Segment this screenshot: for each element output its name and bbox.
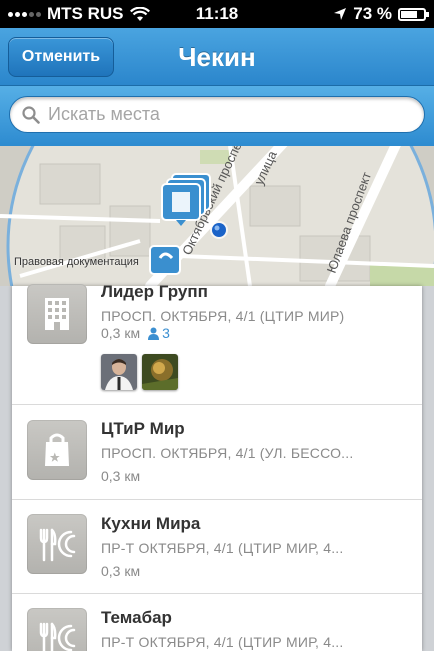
- cancel-button[interactable]: Отменить: [8, 37, 114, 77]
- avatar[interactable]: [101, 354, 137, 390]
- venue-address: ПРОСП. ОКТЯБРЯ, 4/1 (ЦТИР МИР): [101, 308, 345, 324]
- venue-distance: 0,3 км: [101, 563, 141, 579]
- venue-name: ЦТиР Мир: [101, 419, 185, 438]
- nav-bar: Отменить Чекин: [0, 28, 434, 86]
- venue-name: Кухни Мира: [101, 514, 201, 533]
- search-input[interactable]: [48, 104, 408, 125]
- status-bar: MTS RUS 11:18 73 %: [0, 0, 434, 28]
- person-icon: [148, 327, 160, 340]
- venue-row[interactable]: Кухни Мира ПР-Т ОКТЯБРЯ, 4/1 (ЦТИР МИР, …: [12, 500, 422, 594]
- restaurant-icon: [27, 514, 87, 574]
- venue-distance-line: 0,3 км: [101, 563, 140, 579]
- venue-row[interactable]: ЦТиР Мир ПРОСП. ОКТЯБРЯ, 4/1 (УЛ. БЕССО.…: [12, 405, 422, 500]
- shopping-bag-icon: [27, 420, 87, 480]
- venue-pin-small[interactable]: [149, 245, 181, 275]
- venue-address: ПРОСП. ОКТЯБРЯ, 4/1 (УЛ. БЕССО...: [101, 445, 354, 461]
- search-field[interactable]: [9, 96, 425, 133]
- avatar[interactable]: [142, 354, 178, 390]
- venue-row[interactable]: Лидер Групп ПРОСП. ОКТЯБРЯ, 4/1 (ЦТИР МИ…: [12, 282, 422, 405]
- legal-link[interactable]: Правовая документация: [14, 256, 139, 268]
- venue-list: Лидер Групп ПРОСП. ОКТЯБРЯ, 4/1 (ЦТИР МИ…: [12, 282, 422, 651]
- search-icon: [22, 105, 40, 124]
- venue-distance: 0,3 км: [101, 325, 141, 341]
- battery-icon: [398, 7, 429, 21]
- venue-name: Лидер Групп: [101, 282, 208, 301]
- status-time: 11:18: [195, 4, 239, 23]
- map-view[interactable]: Октябрьский проспект улица Юлаева проспе…: [0, 146, 434, 286]
- building-icon: [27, 284, 87, 344]
- people-here: 3: [148, 325, 170, 341]
- venue-row[interactable]: Темабар ПР-Т ОКТЯБРЯ, 4/1 (ЦТИР МИР, 4..…: [12, 594, 422, 651]
- venue-address: ПР-Т ОКТЯБРЯ, 4/1 (ЦТИР МИР, 4...: [101, 540, 344, 556]
- venue-name: Темабар: [101, 608, 172, 627]
- search-bar: [0, 86, 434, 146]
- restaurant-icon: [27, 608, 87, 651]
- venue-distance: 0,3 км: [101, 468, 141, 484]
- venue-address: ПР-Т ОКТЯБРЯ, 4/1 (ЦТИР МИР, 4...: [101, 634, 344, 650]
- people-count: 3: [162, 325, 170, 341]
- venue-distance-line: 0,3 км 3: [101, 325, 170, 341]
- venue-distance-line: 0,3 км: [101, 468, 140, 484]
